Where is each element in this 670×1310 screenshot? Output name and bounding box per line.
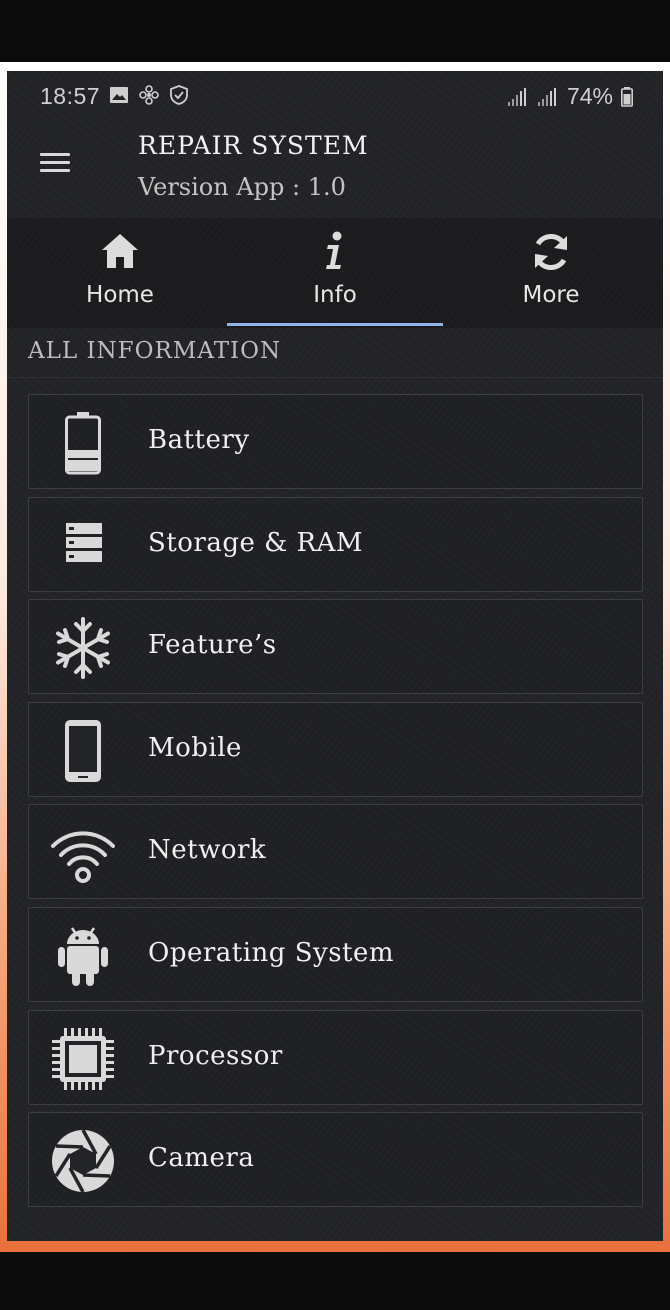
list-item-features[interactable]: Feature’s xyxy=(28,599,643,695)
list-item-battery[interactable]: Battery xyxy=(28,394,643,489)
section-title: ALL INFORMATION xyxy=(28,338,282,364)
info-list: Battery Storage & RAM Feature’s Mobile N… xyxy=(28,394,643,1215)
home-icon xyxy=(102,234,138,268)
list-item-processor[interactable]: Processor xyxy=(28,1009,643,1105)
list-item-mobile[interactable]: Mobile xyxy=(28,701,643,797)
list-item-label: Feature’s xyxy=(148,630,277,661)
list-item-label: Network xyxy=(148,835,267,866)
tab-home-label: Home xyxy=(86,282,154,308)
tab-bar: Home Info More xyxy=(7,218,663,328)
list-item-label: Battery xyxy=(148,425,250,455)
smartphone-icon xyxy=(65,719,101,782)
processor-chip-icon xyxy=(52,1027,114,1090)
list-item-network[interactable]: Network xyxy=(28,804,643,900)
signal-icon xyxy=(507,87,526,106)
app-version: Version App : 1.0 xyxy=(138,173,346,201)
tab-info-label: Info xyxy=(313,282,357,308)
tab-more[interactable]: More xyxy=(443,218,659,328)
fan-icon xyxy=(139,85,159,105)
hamburger-menu-icon[interactable] xyxy=(37,145,73,181)
status-icons-right: 74% xyxy=(507,83,633,110)
image-icon xyxy=(110,87,128,103)
battery-icon xyxy=(621,86,633,107)
section-divider xyxy=(7,377,663,378)
list-item-label: Mobile xyxy=(148,732,242,763)
list-item-label: Operating System xyxy=(148,937,395,968)
tab-info[interactable]: Info xyxy=(227,218,443,328)
shield-icon xyxy=(170,85,188,105)
list-item-storage-ram[interactable]: Storage & RAM xyxy=(28,496,643,592)
list-item-label: Camera xyxy=(148,1143,255,1174)
signal-icon xyxy=(537,87,556,106)
app-header: REPAIR SYSTEM Version App : 1.0 xyxy=(7,121,663,221)
status-bar: 18:57 74% xyxy=(7,71,663,121)
app-screen: 18:57 74% REPAIR SYSTEM Version App: 1.… xyxy=(7,71,663,1241)
wifi-icon xyxy=(51,831,115,884)
refresh-icon xyxy=(534,233,568,271)
list-item-label: Processor xyxy=(148,1040,283,1071)
tab-selected-indicator xyxy=(227,323,443,326)
battery-icon xyxy=(65,412,101,475)
snowflake-icon xyxy=(56,617,110,680)
android-icon xyxy=(58,927,108,986)
app-title: REPAIR SYSTEM xyxy=(138,131,369,160)
status-time: 18:57 xyxy=(40,83,101,109)
list-item-camera[interactable]: Camera xyxy=(28,1112,643,1208)
tab-home[interactable]: Home xyxy=(12,218,228,328)
camera-aperture-icon xyxy=(52,1129,114,1193)
storage-icon xyxy=(66,522,102,562)
info-icon xyxy=(326,231,342,269)
top-black-bar xyxy=(0,0,670,62)
bottom-black-bar xyxy=(0,1252,670,1310)
tab-more-label: More xyxy=(522,282,580,308)
list-item-operating-system[interactable]: Operating System xyxy=(28,906,643,1002)
battery-percentage: 74% xyxy=(566,83,613,109)
list-item-label: Storage & RAM xyxy=(148,527,364,558)
status-icons-left xyxy=(109,85,189,105)
